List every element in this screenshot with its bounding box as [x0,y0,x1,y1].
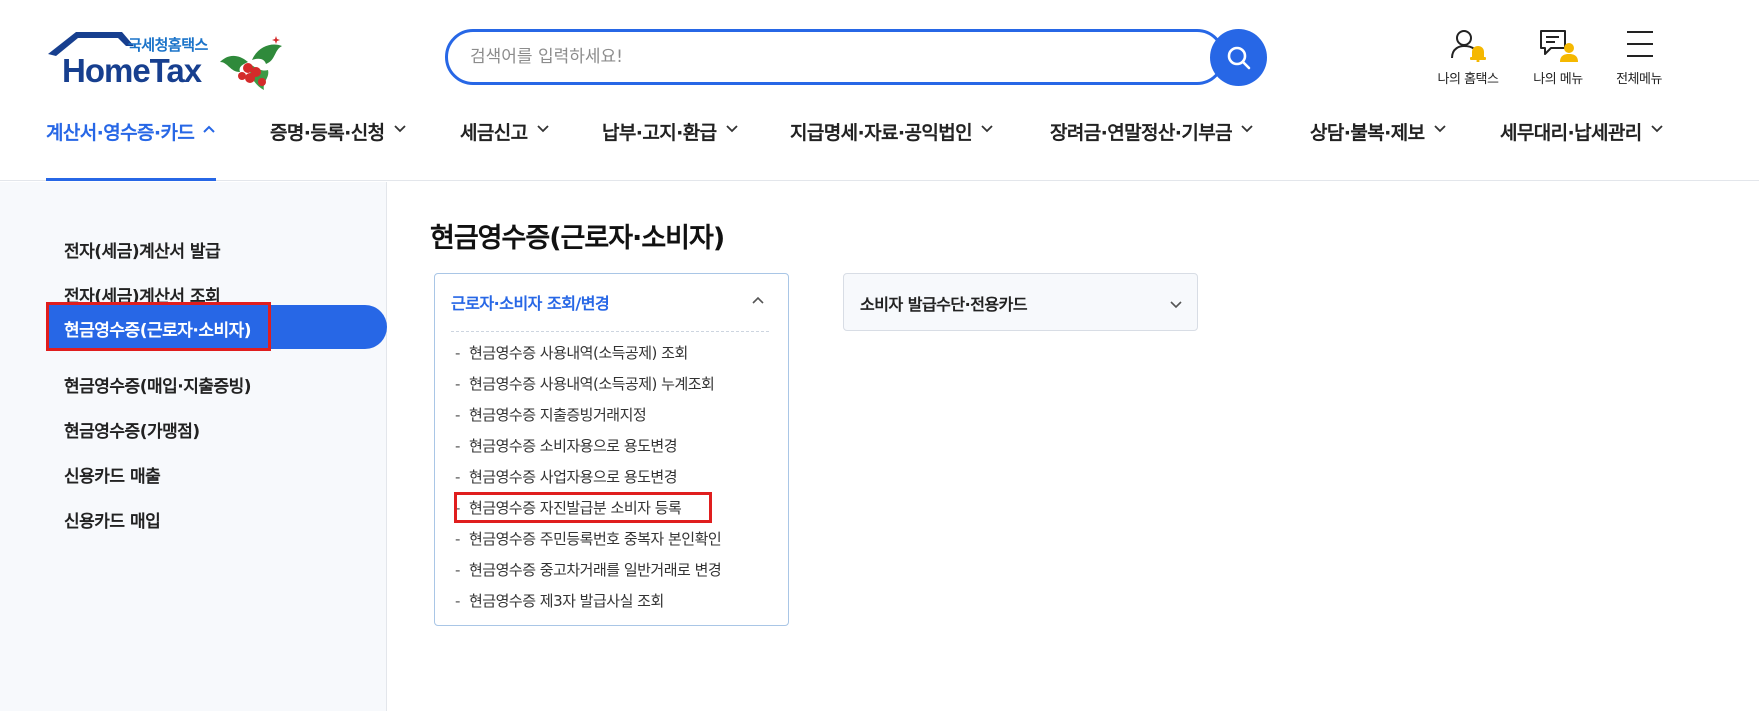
chevron-down-icon [981,125,993,133]
side-nav-item-label: 현금영수증(매입·지출증빙) [64,377,252,397]
menu-link[interactable]: - 현금영수증 소비자용으로 용도변경 [455,435,678,457]
gnb-item-certificate[interactable]: 증명·등록·신청 [270,118,407,181]
side-nav-item-etax-issue[interactable]: 전자(세금)계산서 발급 [0,226,387,270]
global-nav: 계산서·영수증·카드 증명·등록·신청 세금신고 납부·고지·환급 지급명세·자… [0,118,1759,181]
menu-link[interactable]: - 현금영수증 주민등록번호 중복자 본인확인 [455,528,722,550]
my-hometax-button[interactable]: 나의 홈택스 [1425,28,1511,88]
page-title: 현금영수증(근로자·소비자) [430,223,725,254]
menu-link[interactable]: - 현금영수증 중고차거래를 일반거래로 변경 [455,559,722,581]
site-header: 국세청홈택스 HomeTax 나의 홈택스 [0,0,1759,181]
menu-link[interactable]: - 현금영수증 지출증빙거래지정 [455,404,647,426]
menu-link[interactable]: - 현금영수증 사용내역(소득공제) 누계조회 [455,373,715,395]
my-menu-button[interactable]: 나의 메뉴 [1515,28,1601,88]
gnb-item-consultation[interactable]: 상담·불복·제보 [1310,118,1447,181]
side-nav-item-card-sales[interactable]: 신용카드 매출 [0,451,387,495]
side-nav-item-label: 신용카드 매출 [64,467,161,487]
accordion-header[interactable]: 근로자·소비자 조회/변경 [451,290,769,332]
accordion-title: 근로자·소비자 조회/변경 [451,294,610,313]
all-menu-button[interactable]: 전체메뉴 [1596,28,1682,88]
hometax-logo[interactable]: 국세청홈택스 HomeTax [46,30,286,94]
accordion-title: 소비자 발급수단·전용카드 [860,295,1028,314]
chevron-up-icon [752,296,764,304]
chevron-down-icon [536,125,549,133]
gnb-item-label: 증명·등록·신청 [270,122,385,144]
chevron-down-icon [1170,301,1182,309]
side-nav-item-label: 신용카드 매입 [64,512,161,532]
search-box [445,29,1225,85]
side-nav-item-label: 현금영수증(근로자·소비자) [64,321,252,341]
side-nav-item-label: 전자(세금)계산서 조회 [64,287,221,307]
chevron-down-icon [393,125,406,133]
side-nav: 전자(세금)계산서 발급 전자(세금)계산서 조회 현금영수증(근로자·소비자)… [0,182,387,711]
gnb-item-label: 계산서·영수증·카드 [46,122,195,144]
accordion-employee-consumer: 근로자·소비자 조회/변경 - 현금영수증 사용내역(소득공제) 조회 - 현금영수… [434,273,789,626]
menu-link[interactable]: - 현금영수증 사용내역(소득공제) 조회 [455,342,688,364]
all-menu-label: 전체메뉴 [1616,72,1662,87]
side-nav-item-cash-receipt-purchase[interactable]: 현금영수증(매입·지출증빙) [0,361,387,405]
gnb-item-label: 세무대리·납세관리 [1500,122,1642,144]
menu-link-self-issued-register[interactable]: - 현금영수증 자진발급분 소비자 등록 [455,497,682,519]
accordion-consumer-issue-means[interactable]: 소비자 발급수단·전용카드 [843,273,1198,331]
my-menu-icon [1540,30,1578,62]
side-nav-item-card-purchase[interactable]: 신용카드 매입 [0,496,387,540]
search-icon [1227,46,1250,69]
gnb-item-payment-statement[interactable]: 지급명세·자료·공익법인 [790,118,994,181]
gnb-item-invoice-receipt-card[interactable]: 계산서·영수증·카드 [46,118,217,181]
gnb-item-label: 세금신고 [460,122,528,144]
holly-decoration-icon [220,36,282,90]
gnb-item-payment[interactable]: 납부·고지·환급 [602,118,739,181]
my-hometax-icon [1451,30,1486,62]
chevron-up-icon [203,125,215,133]
hamburger-menu-icon [1627,31,1653,57]
search-input[interactable] [470,44,1130,70]
gnb-item-label: 상담·불복·제보 [1310,122,1425,144]
my-menu-label: 나의 메뉴 [1533,72,1583,87]
my-hometax-label: 나의 홈택스 [1437,72,1499,87]
side-nav-item-cash-receipt-consumer[interactable]: 현금영수증(근로자·소비자) [46,305,387,349]
side-nav-item-cash-receipt-merchant[interactable]: 현금영수증(가맹점) [0,406,387,450]
chevron-down-icon [1433,125,1446,133]
gnb-item-label: 지급명세·자료·공익법인 [790,122,973,144]
gnb-item-label: 납부·고지·환급 [602,122,717,144]
side-nav-item-label: 전자(세금)계산서 발급 [64,242,221,262]
menu-link[interactable]: - 현금영수증 사업자용으로 용도변경 [455,466,678,488]
chevron-down-icon [1651,125,1663,133]
chevron-down-icon [1241,125,1253,133]
side-nav-item-label: 현금영수증(가맹점) [64,422,200,442]
menu-link[interactable]: - 현금영수증 제3자 발급사실 조회 [455,590,664,612]
chevron-down-icon [725,125,738,133]
search-button[interactable] [1210,29,1267,86]
logo-title: HomeTax [62,52,202,89]
gnb-item-incentive[interactable]: 장려금·연말정산·기부금 [1050,118,1254,181]
gnb-item-tax-filing[interactable]: 세금신고 [460,118,550,181]
gnb-item-tax-agent[interactable]: 세무대리·납세관리 [1500,118,1664,181]
gnb-item-label: 장려금·연말정산·기부금 [1050,122,1233,144]
